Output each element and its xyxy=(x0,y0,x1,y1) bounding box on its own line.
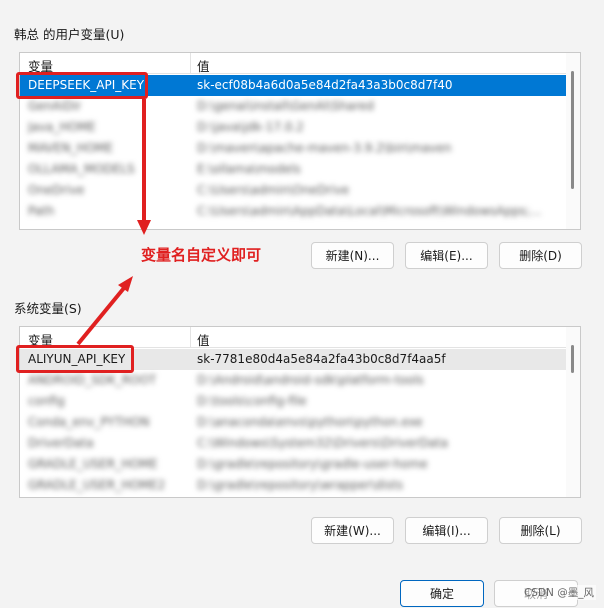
arrow-line-diagonal xyxy=(76,286,126,346)
annotation-text: 变量名自定义即可 xyxy=(141,246,262,264)
watermark-text: CSDN @墨_风 xyxy=(521,585,596,600)
arrow-head-down xyxy=(137,220,151,235)
annotation-arrows xyxy=(76,99,151,346)
